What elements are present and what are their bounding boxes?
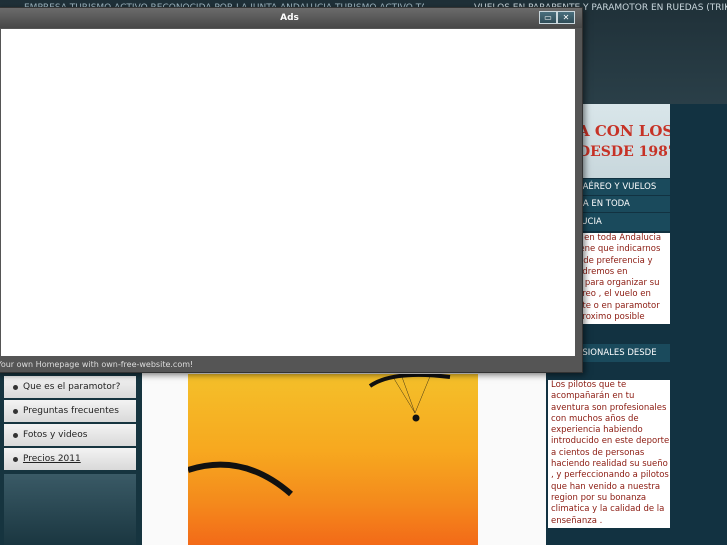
menu-item-photos[interactable]: Fotos y videos: [4, 424, 136, 446]
menu-item-label: Que es el paramotor?: [23, 382, 121, 392]
left-panel-decor: [4, 474, 136, 545]
side-menu: Que es el paramotor? Preguntas frecuente…: [4, 376, 136, 472]
bullet-icon: [13, 456, 18, 462]
menu-item-label: Preguntas frecuentes: [23, 406, 119, 416]
banner-line-2: DESDE 1987: [578, 144, 670, 160]
bullet-icon: [13, 408, 18, 414]
menu-item-faq[interactable]: Preguntas frecuentes: [4, 400, 136, 422]
menu-item-prices[interactable]: Precios 2011: [4, 448, 136, 470]
right-text-1: s en toda Andalucia iene que indicarnos r …: [577, 233, 670, 324]
banner-line-1: A CON LOS: [578, 122, 670, 140]
menu-item-paramotor[interactable]: Que es el paramotor?: [4, 376, 136, 398]
close-icon[interactable]: ✕: [557, 11, 575, 24]
ads-content: [1, 29, 575, 356]
paramotor-photo: [188, 374, 478, 545]
bullet-icon: [13, 432, 18, 438]
ads-titlebar[interactable]: Ads ▭ ✕: [0, 8, 582, 28]
right-banner: A CON LOS DESDE 1987: [577, 104, 670, 178]
menu-item-label[interactable]: Precios 2011: [23, 454, 81, 464]
ads-title: Ads: [280, 13, 299, 23]
right-text-2: Los pilotos que te acompañarán en tu avent…: [548, 380, 670, 528]
right-bar-1: / AÉREO Y VUELOS: [577, 179, 670, 195]
right-bar-2: ZA EN TODA: [577, 196, 670, 212]
minimize-icon[interactable]: ▭: [539, 11, 557, 24]
ads-popup: Ads ▭ ✕ Your own Homepage with own-free-…: [0, 7, 583, 373]
right-bar-4: ESIONALES DESDE: [577, 344, 670, 362]
right-bar-3: LUCIA: [577, 213, 670, 231]
ads-footer-link[interactable]: Your own Homepage with own-free-website.…: [0, 358, 582, 371]
bullet-icon: [13, 384, 18, 390]
menu-item-label: Fotos y videos: [23, 430, 88, 440]
